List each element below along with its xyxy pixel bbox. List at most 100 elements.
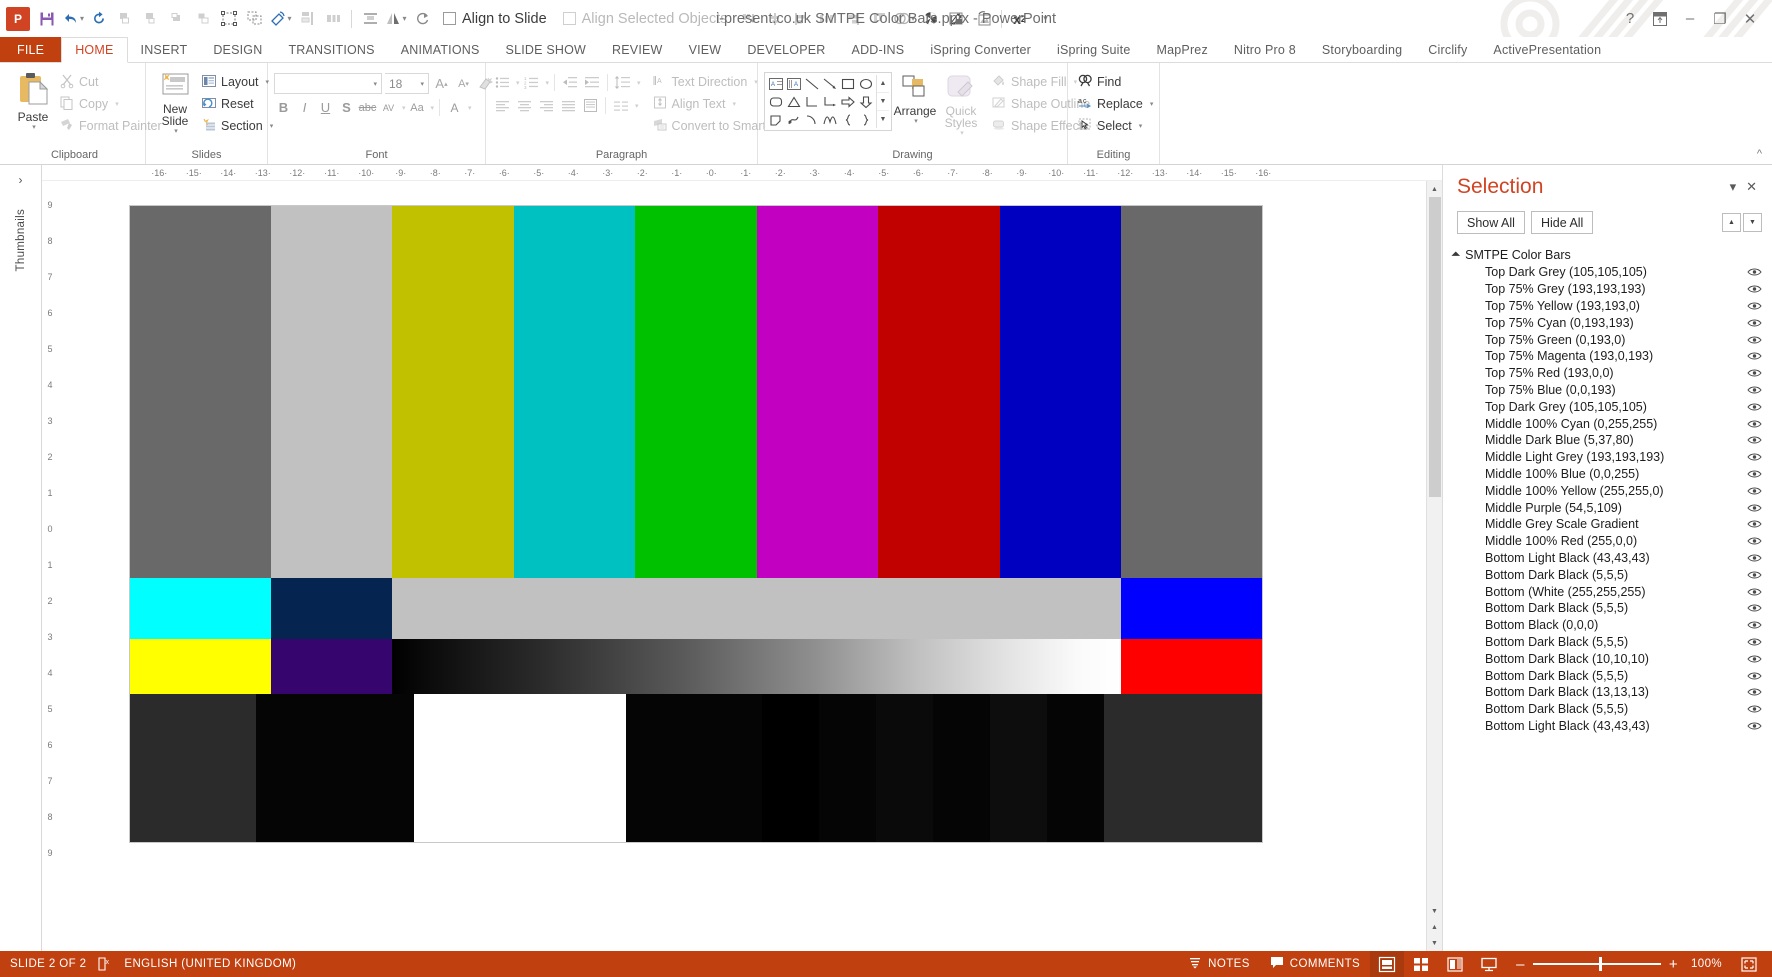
tab-design[interactable]: DESIGN (200, 37, 275, 63)
color-bar[interactable] (392, 578, 1122, 640)
line-spacing-button[interactable] (613, 73, 633, 92)
edit-shape-icon[interactable] (944, 6, 970, 32)
decrease-font-size-button[interactable]: A ▾ (454, 74, 473, 93)
align-bottom-icon[interactable] (190, 6, 216, 32)
color-bar[interactable] (1121, 639, 1262, 694)
shapes-gallery[interactable]: A A ▲ ▼ ▼ (764, 72, 892, 131)
distribute-down-icon[interactable] (736, 6, 762, 32)
selection-group-header[interactable]: ◤ SMTPE Color Bars (1443, 246, 1772, 264)
selection-list-item[interactable]: Middle 100% Red (255,0,0) (1443, 533, 1772, 550)
bold-button[interactable]: B (274, 98, 293, 117)
tab-file[interactable]: FILE (0, 37, 62, 63)
selection-list-item[interactable]: Middle Grey Scale Gradient (1443, 516, 1772, 533)
underline-button[interactable]: U (316, 98, 335, 117)
distribute-mid-icon[interactable] (814, 6, 840, 32)
close-icon[interactable]: ✕ (1741, 179, 1762, 195)
hide-all-button[interactable]: Hide All (1530, 211, 1594, 234)
color-bar[interactable] (875, 693, 933, 842)
color-bar[interactable] (989, 693, 1048, 842)
change-picture-icon[interactable] (970, 6, 996, 32)
redo-icon[interactable] (86, 6, 112, 32)
eye-icon[interactable] (1746, 519, 1762, 529)
gallery-scroll-down-icon[interactable]: ▼ (877, 93, 889, 111)
selection-list-item[interactable]: Top 75% Yellow (193,193,0) (1443, 298, 1772, 315)
chevron-down-icon[interactable]: ▾ (1725, 179, 1742, 195)
selection-list-item[interactable]: Middle Purple (54,5,109) (1443, 499, 1772, 516)
ungroup-icon[interactable] (242, 6, 268, 32)
align-left-icon[interactable] (112, 6, 138, 32)
tab-home[interactable]: HOME (61, 37, 128, 63)
align-top-icon[interactable] (866, 6, 892, 32)
selection-list-item[interactable]: Bottom Dark Black (5,5,5) (1443, 667, 1772, 684)
distribute-horizontal-icon[interactable] (320, 6, 346, 32)
eye-icon[interactable] (1746, 385, 1762, 395)
selection-list-item[interactable]: Top 75% Blue (0,0,193) (1443, 382, 1772, 399)
expand-triangle-icon[interactable]: ◤ (1451, 250, 1462, 261)
tab-ispring-suite[interactable]: iSpring Suite (1044, 37, 1143, 63)
elbow-connector-shape-icon[interactable] (803, 93, 820, 110)
oval-shape-icon[interactable] (857, 75, 874, 92)
eye-icon[interactable] (1746, 704, 1762, 714)
vertical-text-shape-icon[interactable]: A (785, 75, 802, 92)
close-button[interactable]: ✕ (1736, 6, 1764, 32)
eye-icon[interactable] (1746, 721, 1762, 731)
left-brace-shape-icon[interactable] (839, 111, 856, 128)
color-bar[interactable] (392, 639, 1122, 694)
slide-canvas[interactable] (58, 181, 1426, 951)
selection-list-item[interactable]: Top 75% Red (193,0,0) (1443, 365, 1772, 382)
align-right-2-icon[interactable] (840, 6, 866, 32)
zoom-slider-handle[interactable] (1599, 957, 1603, 971)
tab-storyboarding[interactable]: Storyboarding (1309, 37, 1415, 63)
customize-qat-icon[interactable]: ▾ (1033, 6, 1059, 32)
scrollbar-thumb[interactable] (1428, 197, 1441, 497)
color-bar[interactable] (635, 206, 757, 579)
tab-review[interactable]: REVIEW (599, 37, 676, 63)
numbering-button[interactable]: 123 (522, 73, 542, 92)
eye-icon[interactable] (1746, 503, 1762, 513)
tab-add-ins[interactable]: ADD-INS (839, 37, 918, 63)
eye-icon[interactable] (1746, 654, 1762, 664)
color-bar[interactable] (1104, 693, 1262, 842)
align-right-paragraph-button[interactable] (536, 96, 556, 115)
align-center-2-icon[interactable] (762, 6, 788, 32)
shapes-gallery-scrollbar[interactable]: ▲ ▼ ▼ (876, 75, 889, 128)
layout-button[interactable]: Layout ▾ (198, 72, 277, 92)
color-bar[interactable] (1121, 578, 1262, 640)
align-to-slide-checkbox[interactable]: Align to Slide (435, 0, 555, 37)
zoom-out-button[interactable]: – (1516, 956, 1525, 973)
color-bar[interactable] (270, 206, 393, 579)
eye-icon[interactable] (1746, 335, 1762, 345)
comments-button[interactable]: COMMENTS (1260, 951, 1370, 977)
color-bar[interactable] (1121, 206, 1262, 579)
tab-animations[interactable]: ANIMATIONS (388, 37, 493, 63)
color-bar[interactable] (756, 206, 879, 579)
chevron-right-icon[interactable]: › (19, 173, 23, 187)
slide-counter[interactable]: SLIDE 2 OF 2 (10, 958, 98, 970)
right-arrow-shape-icon[interactable] (839, 93, 856, 110)
tab-nitro-pro[interactable]: Nitro Pro 8 (1221, 37, 1309, 63)
elbow-arrow-connector-shape-icon[interactable] (821, 93, 838, 110)
increase-indent-button[interactable] (582, 73, 602, 92)
color-bar[interactable] (761, 693, 819, 842)
increase-font-size-button[interactable]: A ▴ (432, 74, 451, 93)
quick-styles-button[interactable]: Quick Styles ▾ (938, 70, 984, 139)
notes-button[interactable]: NOTES (1178, 951, 1260, 977)
tab-insert[interactable]: INSERT (128, 37, 201, 63)
tab-transitions[interactable]: TRANSITIONS (275, 37, 387, 63)
selection-list-item[interactable]: Bottom Dark Black (5,5,5) (1443, 634, 1772, 651)
zoom-in-button[interactable]: + (1669, 956, 1678, 973)
eye-icon[interactable] (1746, 318, 1762, 328)
fit-slide-to-window-button[interactable] (1732, 951, 1766, 977)
selection-object-list[interactable]: ◤ SMTPE Color Bars Top Dark Grey (105,10… (1443, 234, 1772, 951)
show-all-button[interactable]: Show All (1457, 211, 1525, 234)
eye-icon[interactable] (1746, 587, 1762, 597)
tab-circlify[interactable]: Circlify (1415, 37, 1480, 63)
character-spacing-button[interactable]: AV (379, 98, 398, 117)
ribbon-display-options-icon[interactable] (1646, 6, 1674, 32)
distribute-vertical-icon[interactable] (294, 6, 320, 32)
eye-icon[interactable] (1746, 368, 1762, 378)
language-indicator[interactable]: ENGLISH (UNITED KINGDOM) (124, 958, 308, 970)
rotate-objects-icon[interactable]: ▾ (268, 6, 294, 32)
selection-list-item[interactable]: Bottom Dark Black (5,5,5) (1443, 600, 1772, 617)
rotate-icon[interactable] (409, 6, 435, 32)
